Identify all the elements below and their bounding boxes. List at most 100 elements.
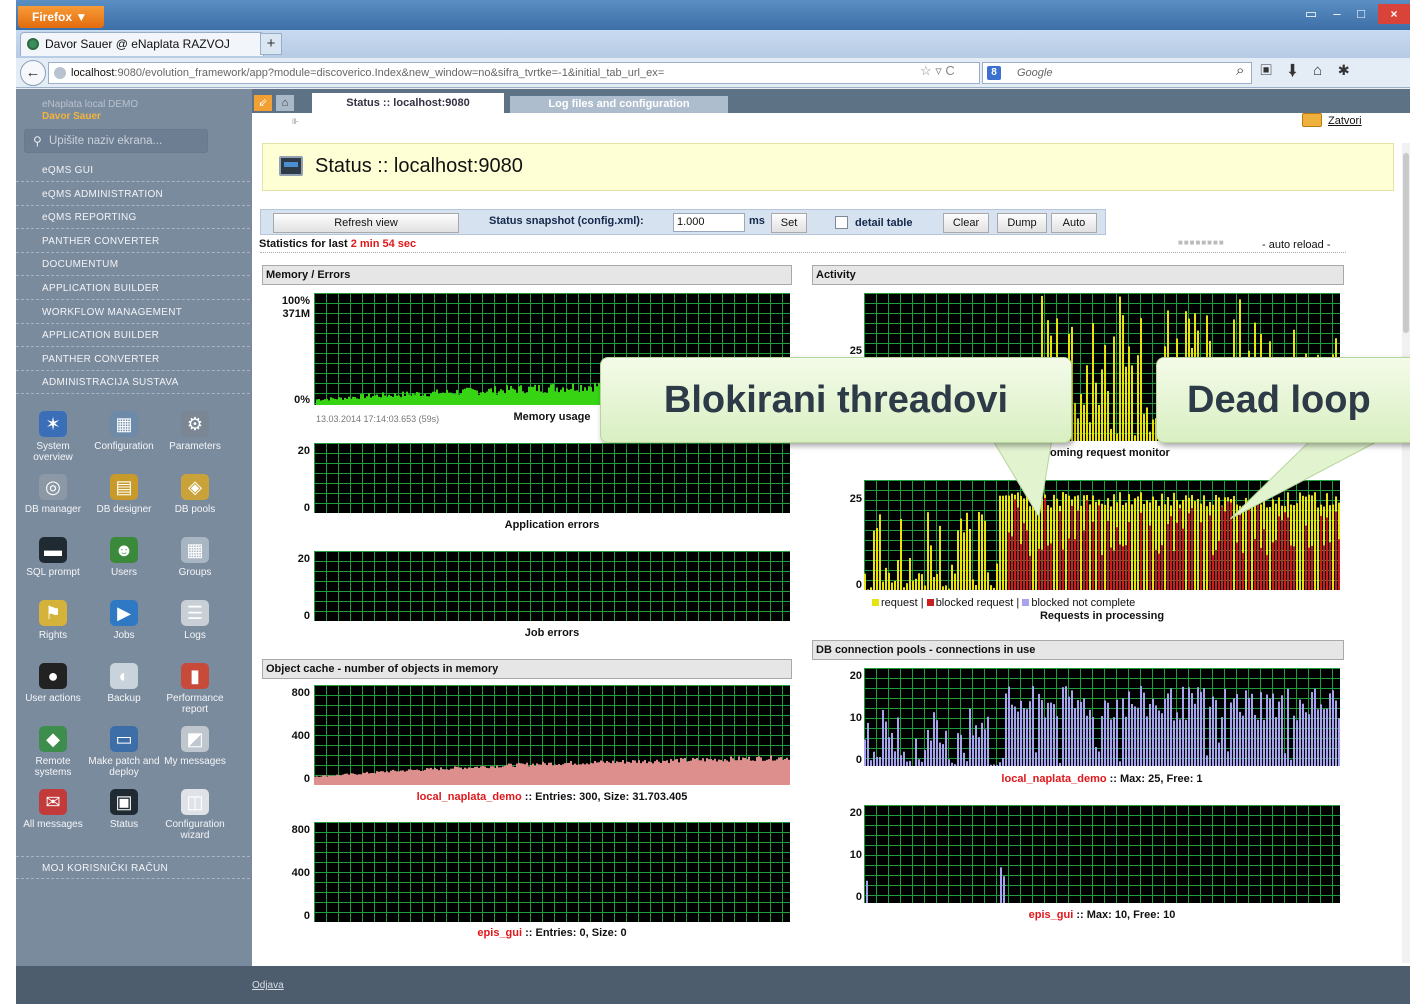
app-errors-title: Application errors [504,519,600,531]
sidebar-tool-status[interactable]: ▣ Status [87,789,161,849]
minimize-button[interactable]: – [1326,6,1348,24]
pool-bar [1104,700,1106,766]
sidebar-tool-db-designer[interactable]: ▤ DB designer [87,474,161,534]
auto-button[interactable]: Auto [1051,213,1097,233]
sidebar-tool-make-patch[interactable]: ▭ Make patch and deploy [87,726,161,786]
sidebar-tool-configuration-wizard[interactable]: ◫ Configuration wizard [158,789,232,849]
cache-bar [418,770,420,785]
close-window-button[interactable]: × [1378,4,1410,24]
cache-bar [476,766,478,785]
sidebar-tool-label: Jobs [113,630,135,641]
cache-bar [512,766,514,785]
back-button[interactable]: ← [20,60,46,86]
sidebar-item-panther-converter[interactable]: PANTHER CONVERTER [16,230,250,253]
tab-status[interactable]: Status :: localhost:9080 [312,93,504,113]
request-bar [939,525,941,590]
pool-bar [921,761,923,766]
vertical-scrollbar[interactable] [1402,143,1410,963]
request-bar [1137,496,1139,590]
sidebar-tool-backup[interactable]: ◐ Backup [87,663,161,723]
sidebar-tool-performance-report[interactable]: ▮ Performance report [158,663,232,723]
incoming-bar [1149,431,1151,441]
sidebar-item-panther-converter[interactable]: PANTHER CONVERTER [16,348,250,371]
sidebar-item-documentum[interactable]: DOCUMENTUM [16,253,250,277]
memory-bar [436,389,438,405]
sidebar-tool-db-manager[interactable]: ◎ DB manager [16,474,90,534]
sidebar-item-administracija-sustava[interactable]: ADMINISTRACIJA SUSTAVA [16,371,250,395]
sidebar-tool-users[interactable]: ☻ Users [87,537,161,597]
memory-bar [554,391,556,405]
sidebar-item-application-builder[interactable]: APPLICATION BUILDER [16,277,250,300]
scrollbar-thumb[interactable] [1403,153,1409,333]
sidebar-tool-db-pools[interactable]: ◈ DB pools [158,474,232,534]
pool-bar [1056,716,1058,766]
sidebar-search-input[interactable]: ⚲ Upišite naziv ekrana... [24,129,208,153]
incoming-bar [1119,296,1121,441]
memory-bar [466,387,468,405]
browser-tab[interactable]: Davor Sauer @ eNaplata RAZVOJ [20,32,264,56]
request-bar [864,573,866,590]
snapshot-input[interactable]: 1.000 [673,213,745,232]
home-icon[interactable]: ⌂ [276,95,294,111]
cache-bar [726,760,728,785]
refresh-button[interactable]: Refresh view [273,213,459,233]
sidebar-tool-label: Groups [178,567,212,578]
memory-bar [534,384,536,405]
cache-bar [482,766,484,785]
cache-bar [498,767,500,785]
sidebar-item-my-account[interactable]: MOJ KORISNIČKI RAČUN [16,856,250,879]
blocked-bar [1227,501,1229,590]
dump-button[interactable]: Dump [997,213,1047,233]
new-tab-button[interactable]: + [260,33,282,55]
bookmark-star-icon[interactable]: ☆ ▿ C [920,63,955,79]
request-bar [969,528,971,590]
pool-bar [1209,706,1211,766]
cache-bar [604,762,606,785]
pool-bar [963,752,965,766]
cache-bar [598,762,600,785]
cache-bar [424,769,426,785]
sidebar-item-eqms-reporting[interactable]: eQMS REPORTING [16,206,250,230]
app-errors-y-bottom: 0 [303,502,310,514]
sidebar-tool-all-messages[interactable]: ✉ All messages [16,789,90,849]
cache-bar [484,766,486,785]
sidebar-tool-rights[interactable]: ⚑ Rights [16,600,90,660]
detail-table-checkbox[interactable] [835,216,848,229]
sidebar-tool-jobs[interactable]: ▶ Jobs [87,600,161,660]
sidebar-item-workflow-management[interactable]: WORKFLOW MANAGEMENT [16,301,250,324]
sidebar-tool-groups[interactable]: ▦ Groups [158,537,232,597]
set-button[interactable]: Set [771,213,807,233]
clear-button[interactable]: Clear [943,213,989,233]
expand-arrow-icon[interactable]: ⊪ [292,117,299,126]
sidebar-tool-logs[interactable]: ☰ Logs [158,600,232,660]
remote-systems-icon: ◆ [39,726,67,752]
sidebar-tool-configuration[interactable]: ▦ Configuration [87,411,161,471]
url-bar[interactable]: localhost:9080/evolution_framework/app?m… [48,62,980,84]
sidebar-tool-user-actions[interactable]: ● User actions [16,663,90,723]
firefox-menu-button[interactable]: Firefox ▼ [18,6,104,28]
maximize-button[interactable]: □ [1350,6,1372,24]
sidebar-tool-system-overview[interactable]: ✶ System overview [16,411,90,471]
sidebar-item-eqms-gui[interactable]: eQMS GUI [16,159,250,182]
toolbar-icons[interactable]: ⌕▣⬇⌂✱ [1236,62,1365,79]
pool-bar [999,762,1001,766]
sidebar-tool-sql-prompt[interactable]: ▬ SQL prompt [16,537,90,597]
pool-bar [1140,686,1142,766]
sidebar-tool-parameters[interactable]: ⚙ Parameters [158,411,232,471]
sidebar-item-application-builder[interactable]: APPLICATION BUILDER [16,324,250,348]
pool-bar [897,717,899,766]
configuration-icon: ▦ [110,411,138,437]
search-input[interactable]: 8 Google [982,62,1252,84]
close-link[interactable]: Zatvori [1302,113,1362,127]
pool-bar [885,721,887,766]
pool-bar [1071,690,1073,766]
sidebar-tool-my-messages[interactable]: ◩ My messages [158,726,232,786]
pool-bar [1338,718,1340,766]
incoming-bar [1107,391,1109,441]
sidebar-tool-remote-systems[interactable]: ◆ Remote systems [16,726,90,786]
logout-link[interactable]: Odjava [252,980,284,991]
sidebar-item-eqms-administration[interactable]: eQMS ADMINISTRATION [16,183,250,206]
cache-bar [762,760,764,785]
cache-bar [662,760,664,785]
tab-log-files[interactable]: Log files and configuration [510,96,728,113]
